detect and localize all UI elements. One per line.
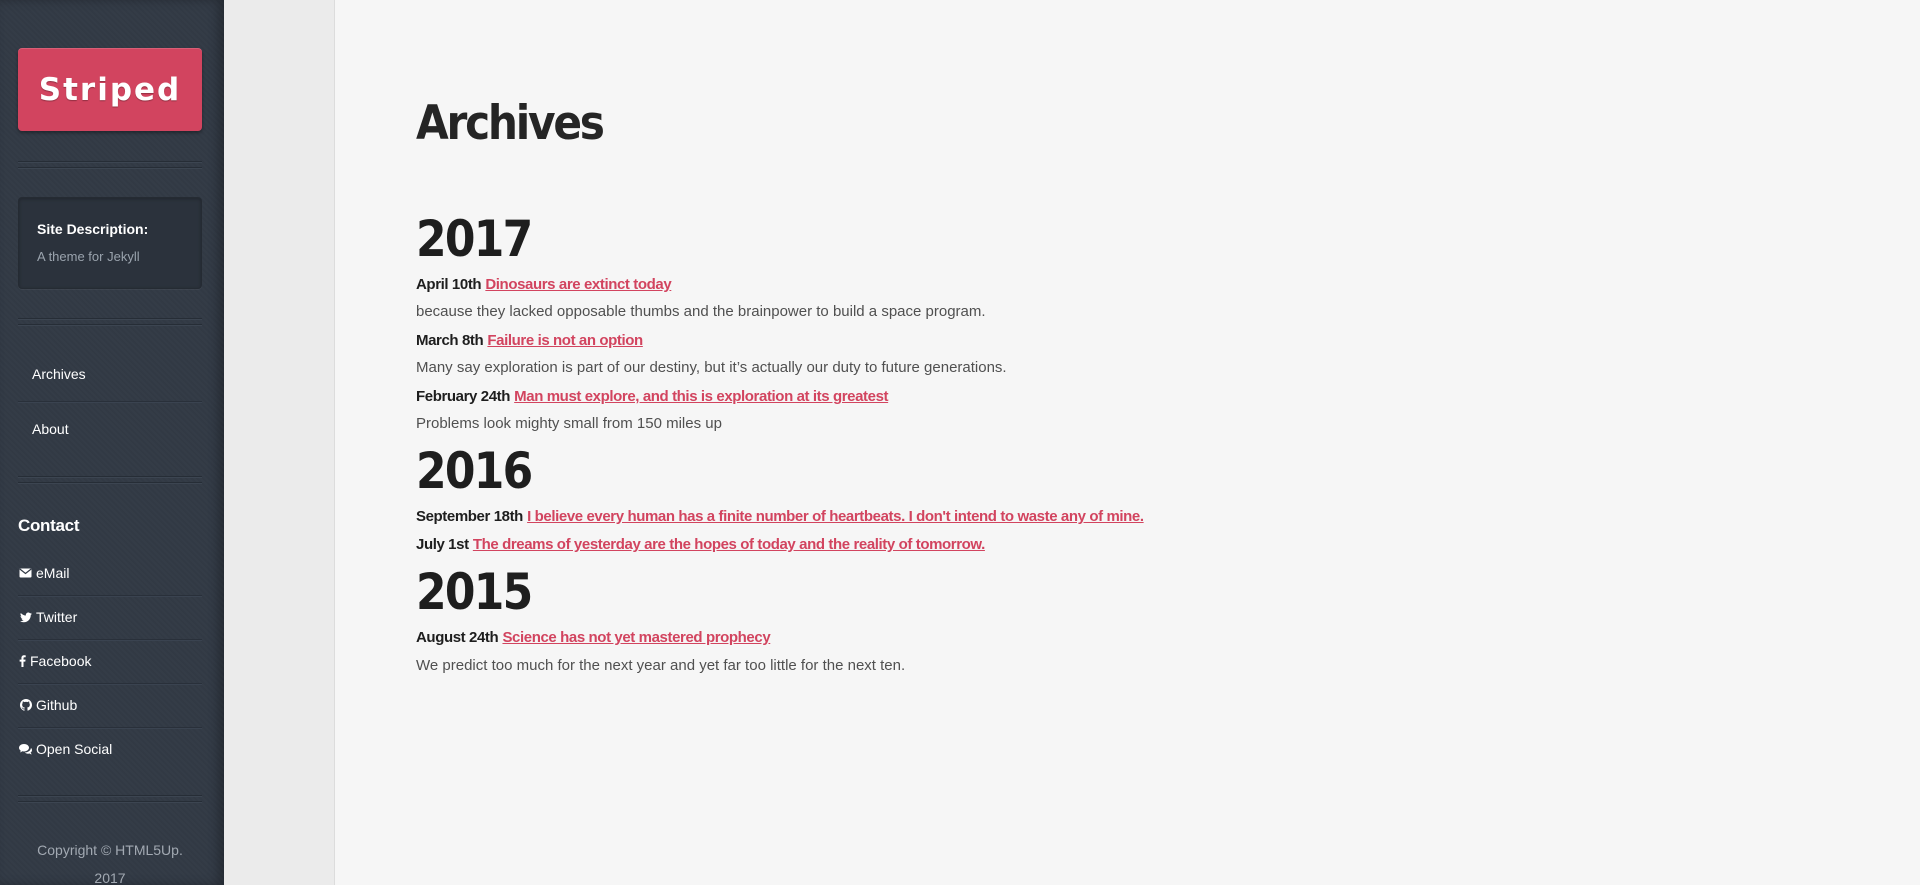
facebook-icon xyxy=(18,654,27,668)
sidebar-divider xyxy=(18,161,202,169)
contact-facebook-link[interactable]: Facebook xyxy=(18,639,202,683)
post-title-link[interactable]: Dinosaurs are extinct today xyxy=(485,276,671,293)
contact-github-link[interactable]: Github xyxy=(18,683,202,727)
post-title-link[interactable]: I believe every human has a finite numbe… xyxy=(527,508,1144,525)
post-date: July 1st xyxy=(416,536,469,553)
post-excerpt: Problems look mighty small from 150 mile… xyxy=(416,415,722,432)
contact-heading: Contact xyxy=(18,516,80,535)
post-excerpt: Many say exploration is part of our dest… xyxy=(416,359,1007,376)
post-title-link[interactable]: Science has not yet mastered prophecy xyxy=(502,629,770,646)
twitter-icon xyxy=(18,610,33,624)
post-title-link[interactable]: Man must explore, and this is exploratio… xyxy=(514,388,888,405)
contact-label: Facebook xyxy=(30,653,92,669)
archive-post: March 8th Failure is not an option xyxy=(416,331,643,351)
nav-item-archives[interactable]: Archives xyxy=(18,347,202,401)
contact-label: Twitter xyxy=(36,609,78,625)
copyright-year: 2017 xyxy=(94,870,126,885)
github-icon xyxy=(18,698,33,712)
archive-post: April 10th Dinosaurs are extinct today xyxy=(416,275,672,295)
comments-icon xyxy=(18,742,33,756)
content-gutter xyxy=(224,0,335,885)
nav-item-about[interactable]: About xyxy=(18,402,202,456)
post-date: March 8th xyxy=(416,332,484,349)
site-logo[interactable]: Striped xyxy=(18,48,202,131)
archive-post: February 24th Man must explore, and this… xyxy=(416,387,889,407)
envelope-icon xyxy=(18,566,33,580)
post-date: August 24th xyxy=(416,629,499,646)
post-title-link[interactable]: The dreams of yesterday are the hopes of… xyxy=(473,536,985,553)
main-content: Archives 2017 April 10th Dinosaurs are e… xyxy=(335,0,1920,885)
year-heading: 2016 xyxy=(416,442,533,500)
post-title-link[interactable]: Failure is not an option xyxy=(487,332,643,349)
sidebar-divider xyxy=(18,318,202,326)
contact-email-link[interactable]: eMail xyxy=(18,551,202,595)
year-heading: 2017 xyxy=(416,210,533,268)
nav-item-label: Archives xyxy=(32,366,86,382)
copyright-line: Copyright © HTML5Up. xyxy=(37,842,183,858)
sidebar: Striped Site Description: A theme for Je… xyxy=(0,0,224,885)
archive-post: September 18th I believe every human has… xyxy=(416,507,1144,527)
site-description-title: Site Description: xyxy=(37,221,149,237)
copyright: Copyright © HTML5Up. 2017 xyxy=(0,836,220,885)
sidebar-divider xyxy=(18,476,202,484)
year-heading: 2015 xyxy=(416,563,533,621)
post-date: April 10th xyxy=(416,276,482,293)
post-excerpt: We predict too much for the next year an… xyxy=(416,657,906,674)
post-excerpt: because they lacked opposable thumbs and… xyxy=(416,303,986,320)
contact-opensocial-link[interactable]: Open Social xyxy=(18,727,202,771)
nav-item-label: About xyxy=(32,421,69,437)
site-description-box: Site Description: A theme for Jekyll xyxy=(18,197,202,289)
archive-post: August 24th Science has not yet mastered… xyxy=(416,628,771,648)
site-description-text: A theme for Jekyll xyxy=(37,249,140,264)
page-title: Archives xyxy=(416,96,605,151)
contact-label: Open Social xyxy=(36,741,113,757)
post-date: September 18th xyxy=(416,508,523,525)
contact-label: eMail xyxy=(36,565,70,581)
contact-label: Github xyxy=(36,697,78,713)
sidebar-divider xyxy=(18,795,202,803)
post-date: February 24th xyxy=(416,388,510,405)
contact-twitter-link[interactable]: Twitter xyxy=(18,595,202,639)
archive-post: July 1st The dreams of yesterday are the… xyxy=(416,535,985,555)
